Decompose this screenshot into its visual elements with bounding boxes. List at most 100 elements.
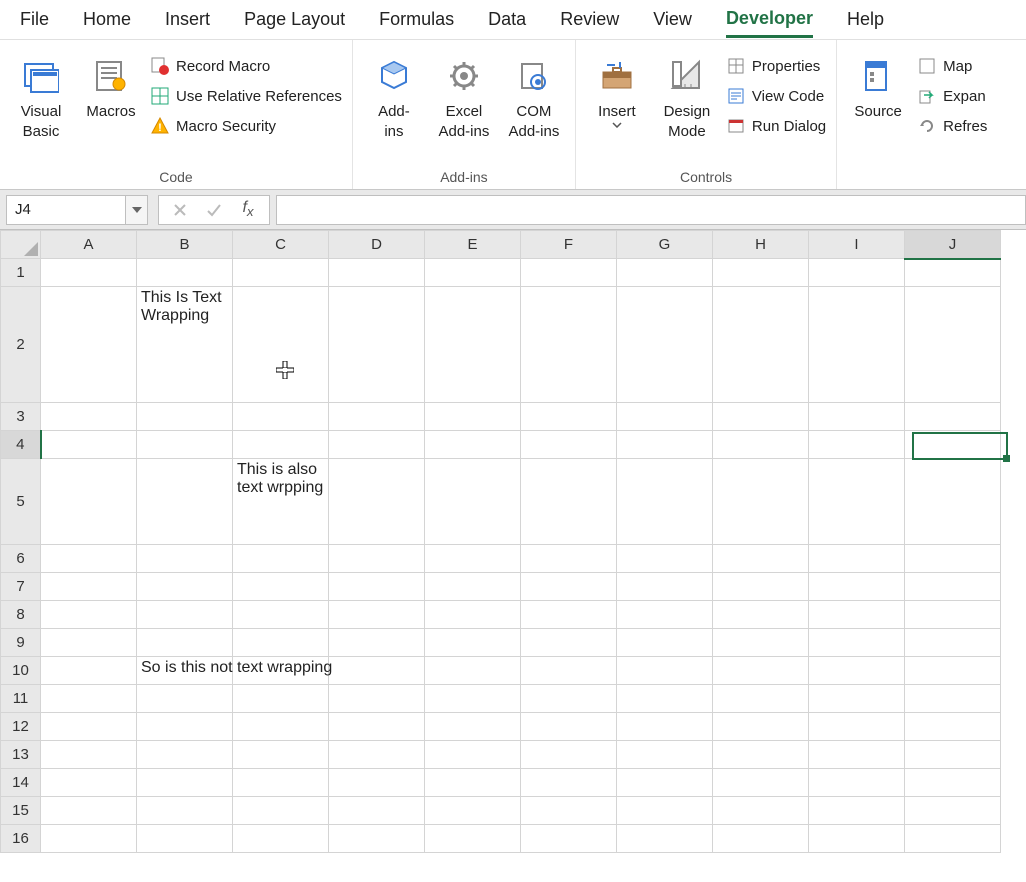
cell-E4[interactable]	[425, 431, 521, 459]
cell-J3[interactable]	[905, 403, 1001, 431]
cell-E13[interactable]	[425, 741, 521, 769]
cell-J16[interactable]	[905, 825, 1001, 853]
cell-H4[interactable]	[713, 431, 809, 459]
cell-G3[interactable]	[617, 403, 713, 431]
cell-G7[interactable]	[617, 573, 713, 601]
cell-D14[interactable]	[329, 769, 425, 797]
cell-H16[interactable]	[713, 825, 809, 853]
expansion-packs-button[interactable]: Expan	[917, 86, 987, 106]
cell-I12[interactable]	[809, 713, 905, 741]
cell-C5[interactable]: This is also text wrpping	[233, 459, 329, 545]
cell-B11[interactable]	[137, 685, 233, 713]
cell-I8[interactable]	[809, 601, 905, 629]
col-head-J[interactable]: J	[905, 231, 1001, 259]
select-all-corner[interactable]	[1, 231, 41, 259]
cell-F2[interactable]	[521, 287, 617, 403]
tab-page-layout[interactable]: Page Layout	[244, 3, 345, 36]
cell-D13[interactable]	[329, 741, 425, 769]
cell-E16[interactable]	[425, 825, 521, 853]
col-head-E[interactable]: E	[425, 231, 521, 259]
tab-formulas[interactable]: Formulas	[379, 3, 454, 36]
cell-A6[interactable]	[41, 545, 137, 573]
cell-B14[interactable]	[137, 769, 233, 797]
cell-H9[interactable]	[713, 629, 809, 657]
cell-B16[interactable]	[137, 825, 233, 853]
cell-D10[interactable]	[329, 657, 425, 685]
col-head-B[interactable]: B	[137, 231, 233, 259]
cell-I9[interactable]	[809, 629, 905, 657]
use-relative-references-button[interactable]: Use Relative References	[150, 86, 342, 106]
cell-J5[interactable]	[905, 459, 1001, 545]
tab-file[interactable]: File	[20, 3, 49, 36]
cell-J11[interactable]	[905, 685, 1001, 713]
tab-view[interactable]: View	[653, 3, 692, 36]
col-head-A[interactable]: A	[41, 231, 137, 259]
cell-D5[interactable]	[329, 459, 425, 545]
cell-B5[interactable]	[137, 459, 233, 545]
row-head-6[interactable]: 6	[1, 545, 41, 573]
cell-I1[interactable]	[809, 259, 905, 287]
cell-A12[interactable]	[41, 713, 137, 741]
row-head-5[interactable]: 5	[1, 459, 41, 545]
cell-F15[interactable]	[521, 797, 617, 825]
col-head-D[interactable]: D	[329, 231, 425, 259]
cell-B13[interactable]	[137, 741, 233, 769]
cell-D15[interactable]	[329, 797, 425, 825]
row-head-14[interactable]: 14	[1, 769, 41, 797]
cell-J15[interactable]	[905, 797, 1001, 825]
cell-H2[interactable]	[713, 287, 809, 403]
row-head-1[interactable]: 1	[1, 259, 41, 287]
formula-input[interactable]	[276, 195, 1026, 225]
cell-D7[interactable]	[329, 573, 425, 601]
cell-B1[interactable]	[137, 259, 233, 287]
row-head-16[interactable]: 16	[1, 825, 41, 853]
cell-I15[interactable]	[809, 797, 905, 825]
cell-F7[interactable]	[521, 573, 617, 601]
cell-C7[interactable]	[233, 573, 329, 601]
cell-H10[interactable]	[713, 657, 809, 685]
addins-button[interactable]: Add- ins	[363, 52, 425, 141]
cell-G12[interactable]	[617, 713, 713, 741]
cell-F10[interactable]	[521, 657, 617, 685]
cell-A5[interactable]	[41, 459, 137, 545]
cell-C4[interactable]	[233, 431, 329, 459]
cell-J13[interactable]	[905, 741, 1001, 769]
cell-D8[interactable]	[329, 601, 425, 629]
cell-I6[interactable]	[809, 545, 905, 573]
cell-A9[interactable]	[41, 629, 137, 657]
cell-J8[interactable]	[905, 601, 1001, 629]
cell-C2[interactable]	[233, 287, 329, 403]
visual-basic-button[interactable]: Visual Basic	[10, 52, 72, 141]
fill-handle[interactable]	[1003, 455, 1010, 462]
cell-A13[interactable]	[41, 741, 137, 769]
cell-J14[interactable]	[905, 769, 1001, 797]
com-addins-button[interactable]: COM Add-ins	[503, 52, 565, 141]
cell-A2[interactable]	[41, 287, 137, 403]
row-head-11[interactable]: 11	[1, 685, 41, 713]
row-head-9[interactable]: 9	[1, 629, 41, 657]
tab-data[interactable]: Data	[488, 3, 526, 36]
row-head-7[interactable]: 7	[1, 573, 41, 601]
cell-E5[interactable]	[425, 459, 521, 545]
cell-J9[interactable]	[905, 629, 1001, 657]
cell-G13[interactable]	[617, 741, 713, 769]
cell-C9[interactable]	[233, 629, 329, 657]
cell-C15[interactable]	[233, 797, 329, 825]
spreadsheet-grid[interactable]: ABCDEFGHIJ12This Is Text Wrapping345This…	[0, 230, 1026, 853]
cell-E15[interactable]	[425, 797, 521, 825]
row-head-2[interactable]: 2	[1, 287, 41, 403]
cell-J1[interactable]	[905, 259, 1001, 287]
cell-F1[interactable]	[521, 259, 617, 287]
cell-D1[interactable]	[329, 259, 425, 287]
cell-I14[interactable]	[809, 769, 905, 797]
cell-C14[interactable]	[233, 769, 329, 797]
cell-H8[interactable]	[713, 601, 809, 629]
cell-H14[interactable]	[713, 769, 809, 797]
insert-function-button[interactable]: fx	[231, 195, 265, 225]
cell-E6[interactable]	[425, 545, 521, 573]
cell-F3[interactable]	[521, 403, 617, 431]
cell-C16[interactable]	[233, 825, 329, 853]
cell-I2[interactable]	[809, 287, 905, 403]
cell-H13[interactable]	[713, 741, 809, 769]
cell-D2[interactable]	[329, 287, 425, 403]
